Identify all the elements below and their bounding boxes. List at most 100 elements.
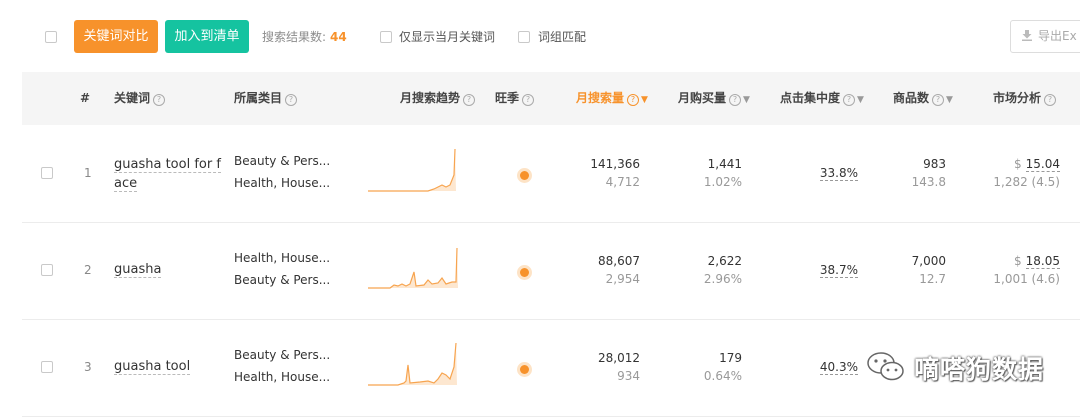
monthly-purchase-cell: 1,441 1.02% — [678, 155, 742, 191]
click-concentration-value[interactable]: 33.8% — [819, 166, 858, 181]
keyword-cell[interactable]: guasha — [114, 260, 222, 279]
header-category[interactable]: 所属类目? — [234, 72, 298, 125]
row-checkbox[interactable] — [41, 264, 53, 276]
monthly-search-cell: 141,366 4,712 — [576, 155, 640, 191]
category-primary[interactable]: Beauty & Pers... — [234, 150, 330, 172]
keyword-cell[interactable]: guasha tool for face — [114, 155, 222, 193]
product-count-value: 7,000 — [911, 254, 946, 268]
toolbar: 关键词对比 加入到清单 搜索结果数: 44 仅显示当月关键词 词组匹配 导出Ex — [0, 0, 1080, 72]
row-index: 3 — [84, 360, 92, 374]
help-icon[interactable]: ? — [932, 94, 945, 106]
header-keyword[interactable]: 关键词? — [114, 72, 166, 125]
help-icon[interactable]: ? — [153, 94, 166, 106]
add-to-list-button[interactable]: 加入到清单 — [165, 20, 249, 53]
help-icon[interactable]: ? — [627, 94, 640, 106]
peak-season-dot — [520, 268, 529, 277]
monthly-search-sub: 4,712 — [605, 175, 640, 189]
monthly-purchase-cell: 2,622 2.96% — [678, 252, 742, 288]
click-concentration-value[interactable]: 38.7% — [819, 263, 858, 278]
header-monthly-search-label: 月搜索量 — [576, 91, 625, 105]
table-row[interactable]: 2 guasha Health, House... Beauty & Pers.… — [22, 222, 1080, 320]
click-concentration-value[interactable]: 40.3% — [819, 360, 858, 375]
trend-line — [368, 148, 456, 192]
export-label: 导出Ex — [1038, 29, 1077, 43]
trend-sparkline[interactable] — [368, 242, 460, 290]
row-checkbox[interactable] — [41, 167, 53, 179]
category-secondary[interactable]: Beauty & Pers... — [234, 269, 330, 291]
keyword-compare-button[interactable]: 关键词对比 — [74, 20, 158, 53]
help-icon[interactable]: ? — [843, 94, 856, 106]
click-concentration-cell[interactable]: 33.8% — [800, 166, 858, 181]
monthly-search-cell: 88,607 2,954 — [576, 252, 640, 288]
product-count-cell: 7,000 12.7 — [892, 252, 946, 288]
header-click-concentration[interactable]: 点击集中度? ▼ — [780, 72, 864, 125]
category-secondary[interactable]: Health, House... — [234, 366, 330, 388]
header-product-count[interactable]: 商品数? ▼ — [893, 72, 953, 125]
phrase-match-checkbox[interactable] — [518, 31, 530, 43]
price-value[interactable]: 18.05 — [1025, 254, 1060, 269]
market-analysis-cell[interactable]: $18.05 1,001 (4.6) — [982, 252, 1060, 288]
product-count-cell: 983 143.8 — [892, 155, 946, 191]
market-sub: 1,282 (4.5) — [993, 175, 1060, 189]
click-concentration-cell[interactable]: 40.3% — [800, 360, 858, 375]
category-primary[interactable]: Beauty & Pers... — [234, 344, 330, 366]
row-index: 1 — [84, 166, 92, 180]
search-result-count: 搜索结果数: 44 — [262, 28, 347, 45]
select-all-checkbox[interactable] — [45, 31, 57, 43]
monthly-search-value: 28,012 — [598, 351, 640, 365]
monthly-purchase-value: 179 — [719, 351, 742, 365]
help-icon[interactable]: ? — [729, 94, 742, 106]
keyword-text[interactable]: guasha tool for face — [114, 157, 221, 192]
header-season-label: 旺季 — [495, 91, 520, 105]
trend-sparkline[interactable] — [368, 339, 460, 387]
export-button[interactable]: 导出Ex — [1010, 20, 1080, 53]
header-monthly-purchase[interactable]: 月购买量? ▼ — [678, 72, 750, 125]
category-primary[interactable]: Health, House... — [234, 247, 330, 269]
table-row[interactable]: 1 guasha tool for face Beauty & Pers... … — [22, 125, 1080, 223]
sort-arrow-icon[interactable]: ▼ — [857, 74, 864, 127]
monthly-search-value: 141,366 — [590, 157, 640, 171]
monthly-purchase-cell: 179 0.64% — [678, 349, 742, 385]
category-secondary[interactable]: Health, House... — [234, 172, 330, 194]
sort-arrow-icon[interactable]: ▼ — [946, 74, 953, 127]
current-month-option-label[interactable]: 仅显示当月关键词 — [399, 28, 495, 45]
monthly-search-sub: 2,954 — [605, 272, 640, 286]
category-cell: Health, House... Beauty & Pers... — [234, 247, 330, 291]
help-icon[interactable]: ? — [463, 94, 476, 106]
monthly-search-value: 88,607 — [598, 254, 640, 268]
sort-arrow-icon[interactable]: ▼ — [743, 74, 750, 127]
keyword-text[interactable]: guasha tool — [114, 359, 191, 375]
header-season[interactable]: 旺季? — [495, 72, 535, 125]
help-icon[interactable]: ? — [522, 94, 535, 106]
row-index: 2 — [84, 263, 92, 277]
current-month-checkbox[interactable] — [380, 31, 392, 43]
market-analysis-cell[interactable]: $15.04 1,282 (4.5) — [982, 155, 1060, 191]
monthly-purchase-sub: 2.96% — [703, 272, 742, 286]
table-header: # 关键词? 所属类目? 月搜索趋势? 旺季? 月搜索量? ▼ 月购买量? ▼ 点击… — [22, 72, 1080, 125]
keyword-text[interactable]: guasha — [114, 262, 162, 278]
sort-arrow-icon[interactable]: ▼ — [641, 74, 648, 127]
help-icon[interactable]: ? — [285, 94, 298, 106]
monthly-purchase-sub: 1.02% — [703, 175, 742, 189]
row-checkbox[interactable] — [41, 361, 53, 373]
header-trend-label: 月搜索趋势 — [400, 91, 461, 105]
header-monthly-search[interactable]: 月搜索量? ▼ — [576, 72, 648, 125]
price-value[interactable]: 15.04 — [1025, 157, 1060, 172]
wechat-icon — [867, 352, 904, 381]
trend-sparkline[interactable] — [368, 145, 460, 193]
header-index: # — [80, 91, 91, 105]
product-count-sub: 12.7 — [919, 272, 946, 286]
header-market-analysis[interactable]: 市场分析? — [993, 72, 1057, 125]
download-icon — [1022, 30, 1032, 41]
watermark-text: 嘀嗒狗数据 — [914, 355, 1045, 384]
help-icon[interactable]: ? — [1044, 94, 1057, 106]
trend-area — [368, 149, 456, 191]
phrase-match-option-label[interactable]: 词组匹配 — [538, 28, 586, 45]
click-concentration-cell[interactable]: 38.7% — [800, 263, 858, 278]
price-currency: $ — [1014, 254, 1022, 268]
peak-season-dot — [520, 365, 529, 374]
category-cell: Beauty & Pers... Health, House... — [234, 344, 330, 388]
trend-area — [368, 343, 457, 385]
keyword-cell[interactable]: guasha tool — [114, 357, 222, 376]
header-trend[interactable]: 月搜索趋势? — [400, 72, 476, 125]
